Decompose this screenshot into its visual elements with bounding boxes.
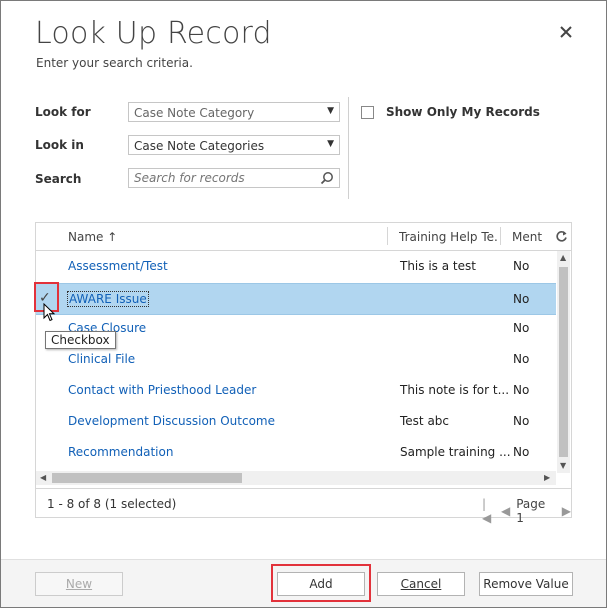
remove-value-button[interactable]: Remove Value	[479, 572, 573, 596]
record-help-text: This note is for t...	[400, 383, 510, 397]
refresh-icon[interactable]	[555, 230, 568, 243]
cancel-button-label: Cancel	[400, 577, 442, 591]
vertical-scrollbar[interactable]: ▲ ▼	[557, 251, 570, 473]
scroll-up-icon[interactable]: ▲	[560, 253, 566, 262]
first-page-icon[interactable]: |◀	[482, 497, 495, 525]
look-in-label: Look in	[35, 138, 84, 152]
record-name-link[interactable]: Assessment/Test	[68, 259, 168, 273]
grid-footer: 1 - 8 of 8 (1 selected) |◀ ◀ Page 1 ▶	[36, 488, 571, 525]
search-icon[interactable]	[320, 171, 334, 185]
cancel-button[interactable]: Cancel	[377, 572, 465, 596]
records-grid: Name ↑ Training Help Te... Ment Assessme…	[35, 222, 572, 525]
record-ment: No	[513, 445, 530, 459]
record-ment: No	[513, 292, 530, 306]
column-training-help[interactable]: Training Help Te...	[399, 230, 499, 244]
record-count: 1 - 8 of 8 (1 selected)	[47, 497, 177, 511]
table-row[interactable]: Assessment/Test This is a test No	[36, 251, 556, 281]
previous-page-icon[interactable]: ◀	[501, 504, 510, 518]
record-help-text: Sample training ...	[400, 445, 511, 459]
next-page-icon[interactable]: ▶	[562, 504, 571, 518]
lookup-dialog: Look Up Record Enter your search criteri…	[0, 0, 607, 608]
form-divider	[348, 97, 349, 199]
look-for-label: Look for	[35, 105, 91, 119]
record-name-link[interactable]: Development Discussion Outcome	[68, 414, 275, 428]
dialog-title: Look Up Record	[35, 16, 272, 51]
scroll-right-icon[interactable]: ▶	[544, 473, 550, 482]
record-ment: No	[513, 383, 530, 397]
record-name-link[interactable]: Clinical File	[68, 352, 135, 366]
scroll-down-icon[interactable]: ▼	[560, 461, 566, 470]
column-divider[interactable]	[500, 227, 501, 245]
horizontal-scroll-thumb[interactable]	[52, 473, 242, 483]
record-name-link[interactable]: Recommendation	[68, 445, 173, 459]
checkbox-tooltip: Checkbox	[45, 331, 116, 349]
new-button[interactable]: New	[35, 572, 123, 596]
show-only-my-records-label: Show Only My Records	[386, 105, 540, 119]
add-button-highlight	[271, 564, 371, 602]
scroll-left-icon[interactable]: ◀	[40, 473, 46, 482]
pager: |◀ ◀ Page 1 ▶	[482, 497, 571, 525]
close-icon[interactable]	[557, 23, 575, 41]
look-for-value: Case Note Category	[134, 106, 255, 120]
record-ment: No	[513, 321, 530, 335]
remove-value-button-label: Remove Value	[483, 577, 569, 591]
table-row[interactable]: Recommendation Sample training ... No	[36, 437, 556, 467]
dropdown-arrow-icon: ▼	[327, 139, 334, 149]
new-button-label: New	[65, 577, 93, 591]
grid-header: Name ↑ Training Help Te... Ment	[36, 223, 571, 251]
record-ment: No	[513, 259, 530, 273]
show-only-my-records-checkbox[interactable]	[361, 105, 374, 119]
table-row[interactable]: Contact with Priesthood Leader This note…	[36, 375, 556, 405]
record-help-text: This is a test	[400, 259, 476, 273]
search-label: Search	[35, 172, 82, 186]
record-name-link[interactable]: AWARE Issue	[67, 291, 149, 307]
vertical-scroll-thumb[interactable]	[559, 267, 568, 457]
record-ment: No	[513, 352, 530, 366]
search-field[interactable]	[128, 168, 340, 188]
search-input[interactable]	[134, 171, 304, 185]
show-only-my-records[interactable]: Show Only My Records	[361, 105, 540, 119]
table-row-selected[interactable]: ✓ AWARE Issue No	[36, 283, 556, 315]
mouse-cursor-icon	[43, 303, 56, 322]
dropdown-arrow-icon: ▼	[327, 106, 334, 116]
look-in-value: Case Note Categories	[134, 139, 265, 153]
column-ment[interactable]: Ment	[512, 230, 542, 244]
column-divider[interactable]	[387, 227, 388, 245]
record-name-link[interactable]: Contact with Priesthood Leader	[68, 383, 256, 397]
record-help-text: Test abc	[400, 414, 450, 428]
dialog-subtitle: Enter your search criteria.	[36, 56, 193, 70]
record-ment: No	[513, 414, 530, 428]
look-in-select[interactable]: Case Note Categories ▼	[128, 135, 340, 155]
page-number: Page 1	[516, 497, 546, 525]
look-for-select[interactable]: Case Note Category ▼	[128, 102, 340, 122]
table-row[interactable]: Development Discussion Outcome Test abc …	[36, 406, 556, 436]
column-name[interactable]: Name ↑	[68, 230, 117, 244]
horizontal-scrollbar[interactable]: ◀ ▶	[36, 471, 556, 485]
